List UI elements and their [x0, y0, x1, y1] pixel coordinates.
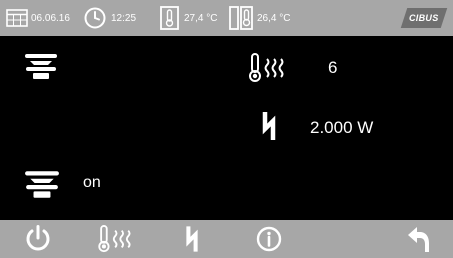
thermometer-icon [160, 6, 179, 30]
info-icon [256, 226, 282, 252]
bottom-toolbar [0, 220, 453, 258]
status-bar: 06.06.16 12:25 27,4 °C 26,4 °C CIBUS [0, 0, 453, 36]
back-arrow-icon [408, 227, 429, 252]
time-text: 12:25 [111, 12, 137, 24]
dual-thermometer-icon [229, 6, 253, 30]
screen: 06.06.16 12:25 27,4 °C 26,4 °C CIBUS 6 2… [0, 0, 453, 258]
inside-temperature-text: 27,4 °C [184, 12, 218, 24]
power-icon [259, 112, 279, 145]
heat-level-value: 6 [328, 58, 338, 77]
main-panel: 6 2.000 W on [0, 36, 453, 220]
power-value: 2.000 W [310, 118, 374, 137]
info-button[interactable] [244, 220, 294, 258]
hob-state-text: on [83, 174, 101, 191]
date-text: 06.06.16 [31, 12, 70, 24]
outside-temperature-text: 26,4 °C [257, 12, 291, 24]
inside-temperature-display: 27,4 °C [160, 0, 217, 36]
hob-status-icon [24, 168, 60, 205]
heat-thermometer-icon [98, 225, 131, 253]
cibus-logo: CIBUS [400, 8, 448, 28]
back-button[interactable] [394, 220, 444, 258]
outside-temperature-display: 26,4 °C [229, 0, 290, 36]
date-display: 06.06.16 [6, 0, 70, 36]
hob-icon [24, 51, 58, 86]
heat-button[interactable] [92, 220, 142, 258]
clock-icon [84, 7, 106, 29]
power-button[interactable] [13, 220, 63, 258]
power-level-button[interactable] [167, 220, 217, 258]
power-off-icon [26, 225, 50, 251]
calendar-icon [6, 9, 28, 27]
power-icon [186, 226, 198, 252]
time-display: 12:25 [84, 0, 136, 36]
heat-thermometer-icon [249, 53, 289, 88]
